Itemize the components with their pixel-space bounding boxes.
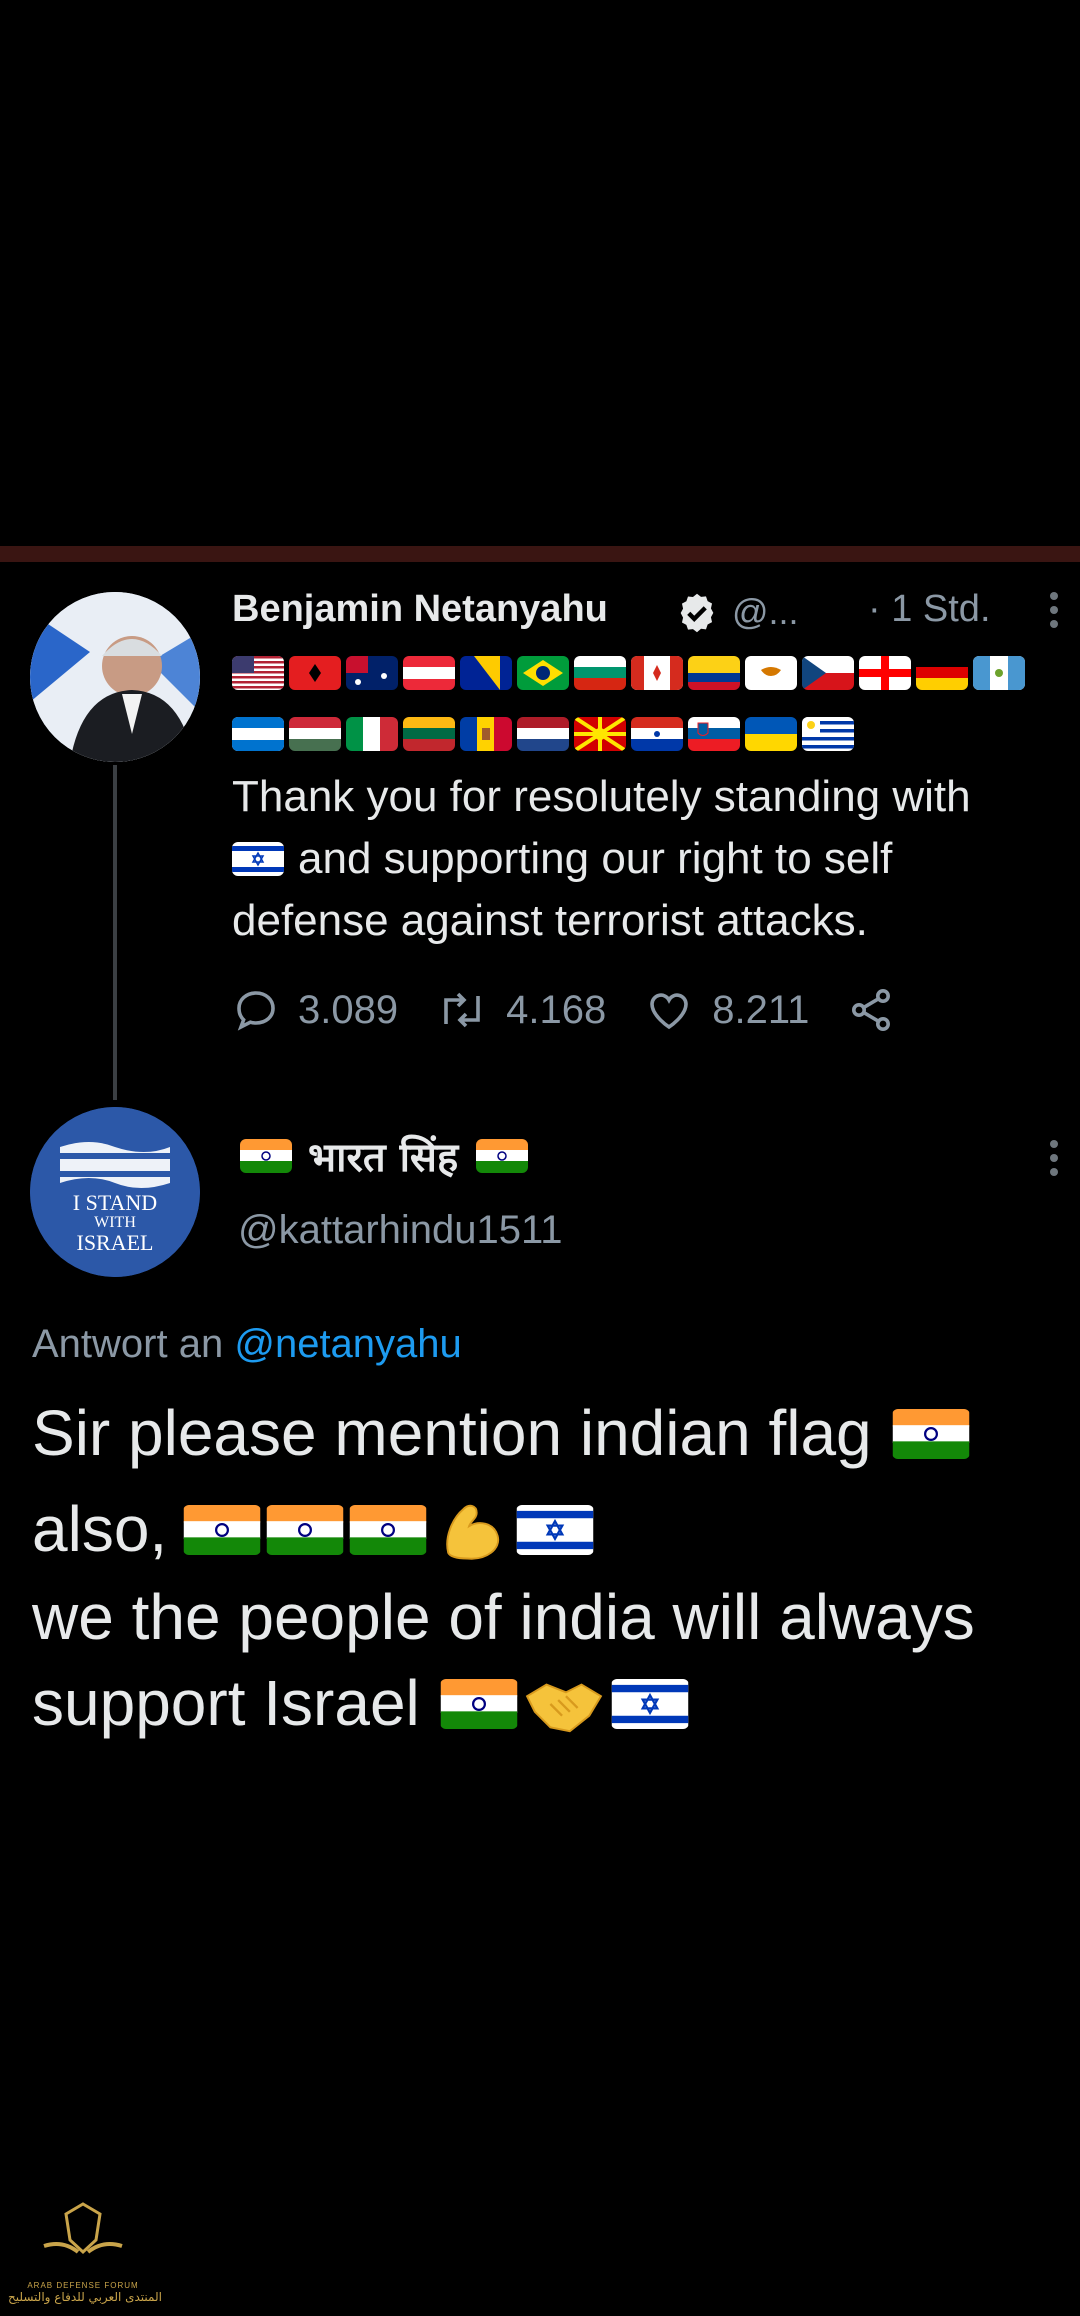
flag-at-icon — [403, 656, 455, 690]
flag-au-icon — [346, 656, 398, 690]
tweet-text-line-3: defense against terrorist attacks. — [232, 896, 868, 945]
tweet-text-line-2: and supporting our right to self — [298, 834, 893, 883]
reply-text-line-3: we the people of india will always — [32, 1581, 975, 1653]
tweet-text-line-1: Thank you for resolutely standing with — [232, 772, 971, 821]
flag-al-icon — [289, 656, 341, 690]
forum-watermark: ARAB DEFENSE FORUM المنتدى العربي للدفاع… — [8, 2196, 162, 2304]
avatar-slogan: I STAND WITH ISRAEL — [72, 1190, 158, 1255]
reply-author-wrap[interactable]: भारत सिंह — [240, 1128, 533, 1183]
flag-br-icon — [517, 656, 569, 690]
comment-icon — [237, 991, 275, 1031]
flag-nl-icon — [517, 717, 569, 751]
reply-text-line-1-wrap: Sir please mention indian flag — [32, 1388, 975, 1479]
flag-row-2 — [232, 712, 859, 756]
reply-to-prefix: Antwort an — [32, 1322, 224, 1366]
thread-connector — [113, 765, 117, 1100]
reply-to-line: Antwort an @netanyahu — [32, 1313, 462, 1375]
flag-uy-icon — [802, 717, 854, 751]
india-flag-icon — [349, 1504, 427, 1555]
reply-text-line-2: also, — [32, 1493, 168, 1565]
reply-to-handle-link[interactable]: @netanyahu — [234, 1322, 461, 1366]
handshake-icon — [525, 1682, 603, 1732]
like-button[interactable]: 8.211 — [644, 986, 809, 1034]
reply-handle[interactable]: @kattarhindu1511 — [238, 1208, 563, 1253]
israel-flag-icon — [516, 1504, 594, 1555]
reply-text-line-4: support Israel — [32, 1667, 420, 1739]
reply-author-avatar[interactable]: I STAND WITH ISRAEL — [30, 1107, 200, 1277]
flag-hn-icon — [232, 717, 284, 751]
india-flag-icon — [266, 1504, 344, 1555]
flag-us-icon — [232, 656, 284, 690]
reply-button[interactable]: 3.089 — [232, 986, 398, 1034]
flag-hu-icon — [289, 717, 341, 751]
flag-si-icon — [688, 717, 740, 751]
reply-text-line-1: Sir please mention indian flag — [32, 1397, 872, 1469]
flag-md-icon — [460, 717, 512, 751]
flexed-biceps-icon — [446, 1504, 500, 1560]
flag-row-1 — [232, 651, 1030, 695]
israel-flag-icon — [611, 1678, 689, 1729]
netanyahu-avatar[interactable] — [30, 592, 200, 762]
israel-flag-icon — [232, 842, 284, 876]
share-icon — [852, 989, 891, 1031]
flag-py-icon — [631, 717, 683, 751]
top-divider — [0, 546, 1080, 562]
reply-count: 3.089 — [298, 987, 399, 1032]
flag-ua-icon — [745, 717, 797, 751]
tweet-text-line-2-wrap: and supporting our right to self — [232, 828, 892, 890]
flag-de-icon — [916, 656, 968, 690]
flag-cz-icon — [802, 656, 854, 690]
tweet-more-icon[interactable] — [1050, 586, 1060, 634]
flag-ge-icon — [859, 656, 911, 690]
retweet-count: 4.168 — [506, 987, 607, 1032]
reply-author-name: भारत सिंह — [308, 1135, 459, 1181]
india-flag-icon — [183, 1504, 261, 1555]
flag-mk-icon — [574, 717, 626, 751]
forum-logo-icon — [43, 2202, 123, 2255]
retweet-icon — [444, 992, 480, 1028]
flag-lt-icon — [403, 717, 455, 751]
tweet-handle[interactable]: @... — [732, 591, 799, 633]
tweet-action-bar: 3.089 4.168 8.211 — [232, 980, 951, 1040]
tweet-timestamp[interactable]: · 1 Std. — [868, 588, 991, 631]
like-count: 8.211 — [712, 987, 810, 1032]
india-flag-icon — [440, 1678, 518, 1729]
india-flag-icon — [240, 1138, 292, 1173]
reply-text-line-2-wrap: also, — [32, 1484, 599, 1575]
flag-cy-icon — [745, 656, 797, 690]
flag-ba-icon — [460, 656, 512, 690]
watermark-line-2: المنتدى العربي للدفاع والتسليح — [8, 2290, 162, 2304]
flag-it-icon — [346, 717, 398, 751]
flag-bg-icon — [574, 656, 626, 690]
retweet-button[interactable]: 4.168 — [436, 986, 606, 1034]
flag-gt-icon — [973, 656, 1025, 690]
watermark-line-1: ARAB DEFENSE FORUM — [27, 2281, 139, 2290]
india-flag-icon — [476, 1138, 529, 1173]
reply-text-line-4-wrap: support Israel — [32, 1658, 694, 1749]
heart-icon — [650, 993, 689, 1030]
flag-co-icon — [688, 656, 740, 690]
flag-ca-icon — [631, 656, 683, 690]
tweet-author-name[interactable]: Benjamin Netanyahu — [232, 588, 608, 631]
share-button[interactable] — [847, 986, 913, 1034]
reply-more-icon[interactable] — [1050, 1134, 1060, 1182]
verified-badge-icon — [680, 593, 714, 633]
india-flag-icon — [892, 1408, 970, 1459]
